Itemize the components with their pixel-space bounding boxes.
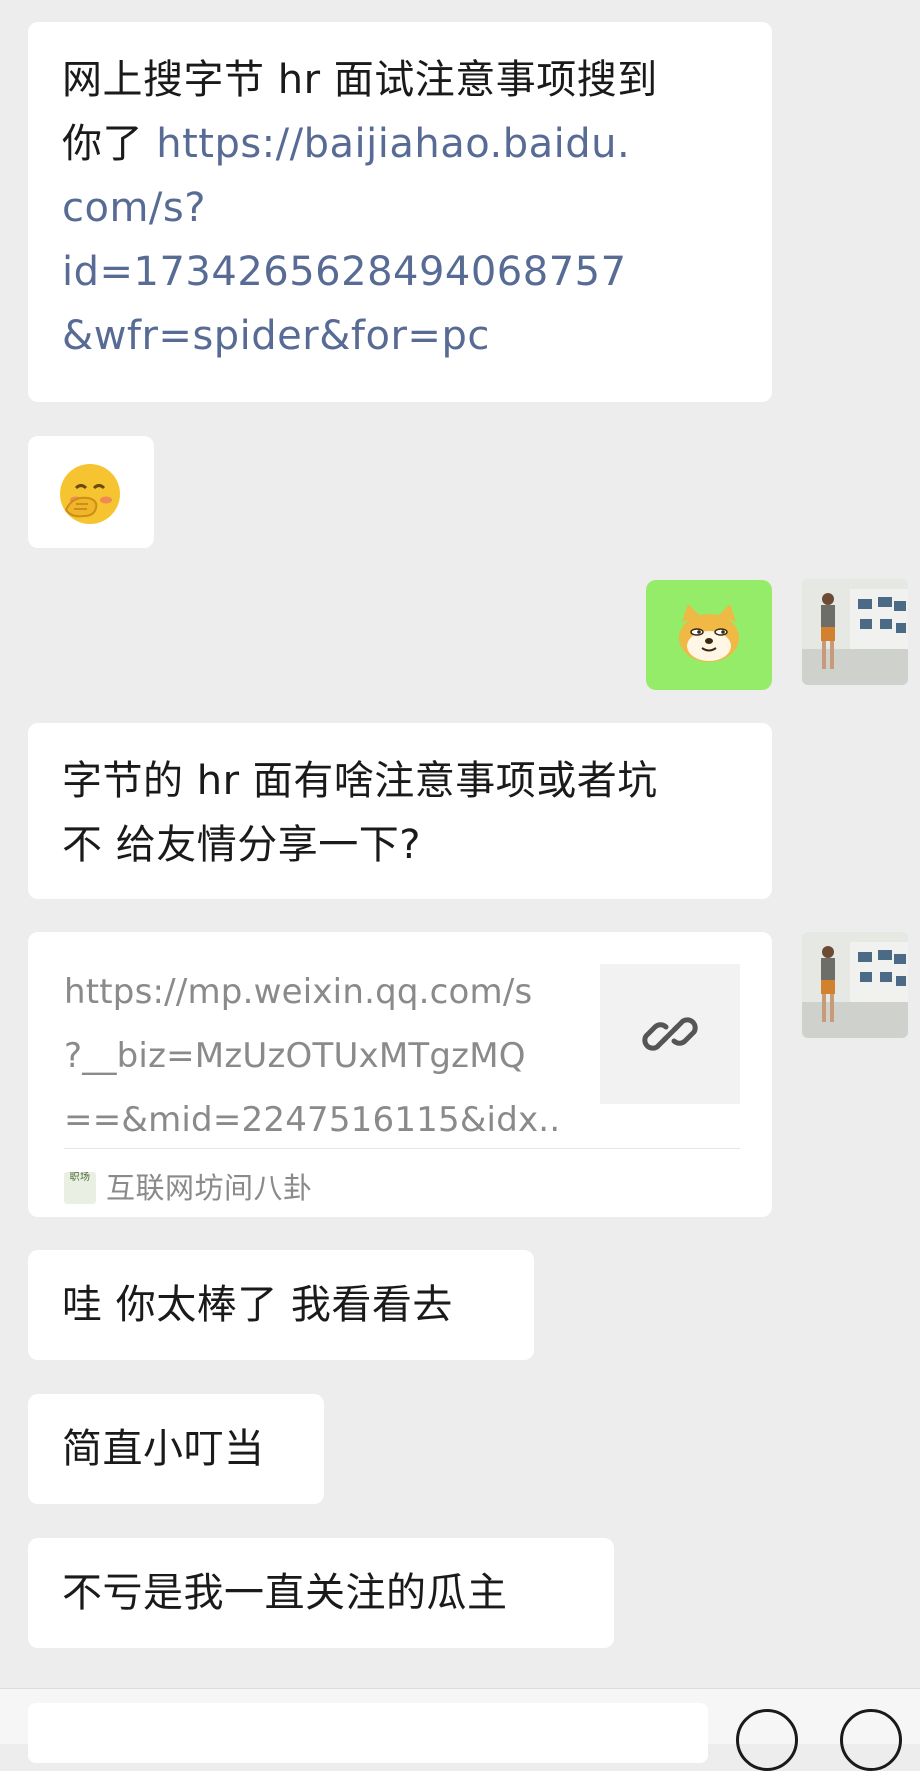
link-card-divider <box>64 1148 740 1149</box>
chat-input-bar <box>0 1688 920 1771</box>
message-input[interactable] <box>28 1703 708 1763</box>
my-avatar[interactable] <box>802 932 908 1038</box>
link-card-url: https://mp.weixin.qq.com/s ?__biz=MzUzOT… <box>64 960 564 1152</box>
link-card-url-line: ==&mid=2247516115&idx... <box>64 1100 564 1140</box>
message-bubble-text[interactable]: 哇 你太棒了 我看看去 <box>28 1250 534 1360</box>
message-text: 不亏是我一直关注的瓜主 <box>62 1570 508 1616</box>
message-text: 简直小叮当 <box>62 1426 265 1472</box>
message-link-line[interactable]: &wfr=spider&for=pc <box>62 304 740 368</box>
message-link-line[interactable]: https://baijiahao.baidu. <box>156 121 630 167</box>
message-bubble-text[interactable]: 不亏是我一直关注的瓜主 <box>28 1538 614 1648</box>
link-card-source-name: 互联网坊间八卦 <box>106 1171 313 1205</box>
source-logo-text: 职场 <box>69 1172 91 1183</box>
link-card-thumbnail <box>600 964 740 1104</box>
message-bubble-emoji[interactable] <box>28 436 154 548</box>
source-logo-icon: 职场 <box>64 1172 96 1204</box>
message-bubble-question[interactable]: 字节的 hr 面有啥注意事项或者坑 不 给友情分享一下? <box>28 723 772 899</box>
link-card-url-line: https://mp.weixin.qq.com/s <box>64 972 533 1012</box>
avatar-photo-icon <box>802 932 908 1038</box>
my-message-bubble-emoji[interactable] <box>646 580 772 690</box>
message-text-line: 不 给友情分享一下? <box>62 822 421 868</box>
message-bubble-text[interactable]: 简直小叮当 <box>28 1394 324 1504</box>
message-text: 哇 你太棒了 我看看去 <box>62 1282 453 1328</box>
emoji-button-icon[interactable] <box>736 1709 798 1771</box>
message-text-line: 网上搜字节 hr 面试注意事项搜到 <box>62 57 658 103</box>
link-card-message[interactable]: https://mp.weixin.qq.com/s ?__biz=MzUzOT… <box>28 932 772 1217</box>
message-link-line[interactable]: com/s? <box>62 176 740 240</box>
my-avatar[interactable] <box>802 579 908 685</box>
message-bubble-search-result[interactable]: 网上搜字节 hr 面试注意事项搜到 你了 https://baijiahao.b… <box>28 22 772 402</box>
link-card-url-line: ?__biz=MzUzOTUxMTgzMQ <box>64 1036 526 1076</box>
message-text-line: 你了 <box>62 121 157 167</box>
message-text-line: 字节的 hr 面有啥注意事项或者坑 <box>62 758 658 804</box>
shy-face-emoji-icon <box>60 464 120 524</box>
message-link-line[interactable]: id=1734265628494068757 <box>62 240 740 304</box>
doge-emoji-icon <box>679 604 739 662</box>
avatar-photo-icon <box>802 579 908 685</box>
link-chain-icon <box>642 1017 698 1051</box>
more-button-icon[interactable] <box>840 1709 902 1771</box>
link-card-source[interactable]: 职场 互联网坊间八卦 <box>64 1160 313 1216</box>
